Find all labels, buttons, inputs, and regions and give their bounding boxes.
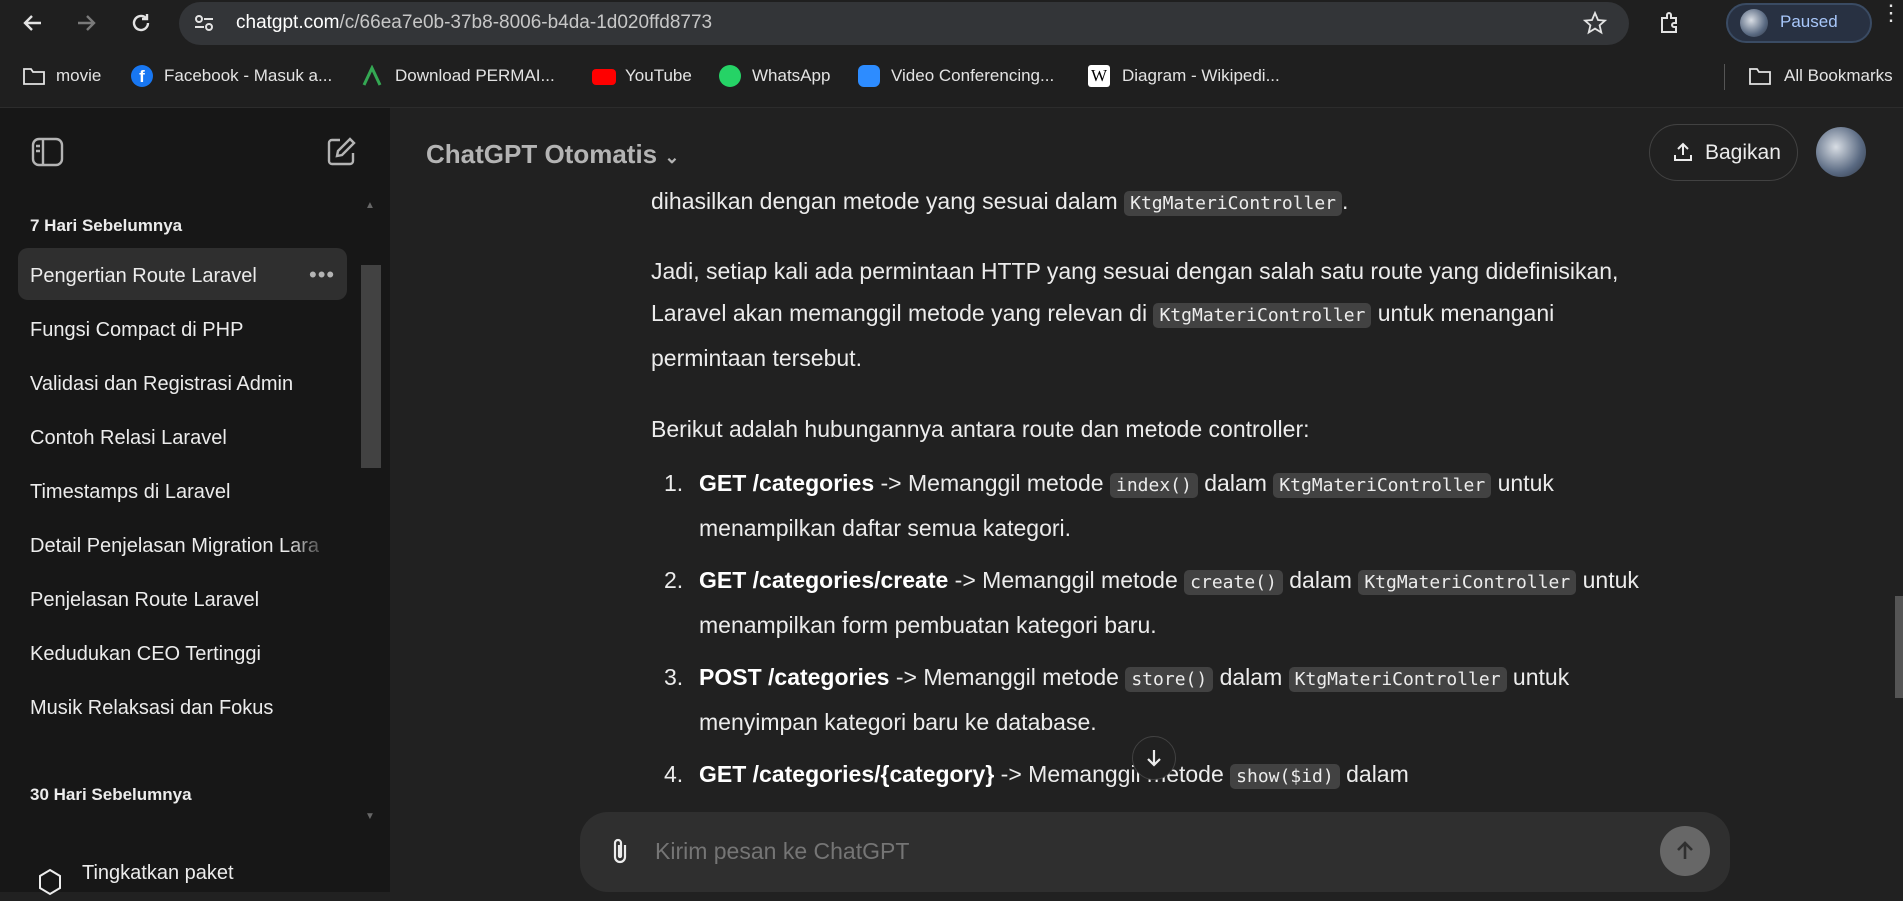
arrow-up-icon xyxy=(1677,841,1693,859)
list-number: 3. xyxy=(664,664,684,690)
sidebar-toggle-icon[interactable] xyxy=(31,137,64,172)
bookmark-wikipedia[interactable]: Diagram - Wikipedi... xyxy=(1122,66,1280,86)
list-item: GET /categories/create -> Memanggil meto… xyxy=(699,567,1639,638)
message-paragraph-2: Berikut adalah hubungannya antara route … xyxy=(651,416,1310,442)
bookmark-permai[interactable]: Download PERMAI... xyxy=(395,66,555,86)
model-selector[interactable]: ChatGPT Otomatis ⌄ xyxy=(426,139,679,170)
list-number: 2. xyxy=(664,567,684,593)
main-scrollbar[interactable] xyxy=(1895,596,1903,698)
extensions-icon[interactable] xyxy=(1658,10,1684,41)
all-bookmarks[interactable]: All Bookmarks xyxy=(1784,66,1893,86)
sidebar-scrollbar[interactable] xyxy=(361,265,381,468)
sidebar-section-heading-30: 30 Hari Sebelumnya xyxy=(30,785,192,804)
upgrade-icon xyxy=(36,868,64,901)
whatsapp-icon xyxy=(719,65,741,87)
list-item: GET /categories -> Memanggil metode inde… xyxy=(699,470,1554,541)
folder-icon xyxy=(22,65,45,87)
send-button[interactable] xyxy=(1660,826,1710,876)
list-item: POST /categories -> Memanggil metode sto… xyxy=(699,664,1570,735)
scroll-up-icon[interactable]: ▲ xyxy=(365,200,375,211)
sidebar-item-penjelasan-route[interactable]: Penjelasan Route Laravel xyxy=(30,589,330,612)
scroll-to-bottom-button[interactable] xyxy=(1132,736,1176,780)
forward-icon[interactable] xyxy=(69,6,103,40)
sidebar-item-pengertian-route[interactable]: Pengertian Route Laravel xyxy=(30,265,330,288)
arrow-down-icon xyxy=(1147,750,1161,767)
sidebar-item-migration[interactable]: Detail Penjelasan Migration Lara xyxy=(30,535,332,558)
upgrade-plan-link[interactable]: Tingkatkan paket xyxy=(82,862,234,885)
zoom-icon xyxy=(858,65,880,87)
bookmarks-divider xyxy=(1724,64,1725,90)
bookmark-whatsapp[interactable]: WhatsApp xyxy=(752,66,830,86)
sidebar-item-relasi[interactable]: Contoh Relasi Laravel xyxy=(30,427,330,450)
menu-icon[interactable]: ⋮ xyxy=(1880,2,1902,24)
bookmark-zoom[interactable]: Video Conferencing... xyxy=(891,66,1054,86)
share-label: Bagikan xyxy=(1705,141,1781,164)
wikipedia-icon: W xyxy=(1088,65,1110,87)
upload-icon xyxy=(1673,141,1693,168)
options-icon[interactable]: ••• xyxy=(309,262,335,288)
permai-icon xyxy=(361,64,383,87)
list-item: GET /categories/{category} -> Memanggil … xyxy=(699,761,1409,789)
new-chat-icon[interactable] xyxy=(326,136,357,172)
site-info-icon[interactable] xyxy=(193,12,215,39)
facebook-icon: f xyxy=(131,65,153,87)
scroll-down-small-icon[interactable]: ▼ xyxy=(365,811,375,822)
user-avatar[interactable] xyxy=(1816,127,1866,177)
list-number: 4. xyxy=(664,761,684,787)
profile-avatar xyxy=(1740,9,1768,37)
url-text: chatgpt.com/c/66ea7e0b-37b8-8006-b4da-1d… xyxy=(236,12,713,33)
star-icon[interactable] xyxy=(1582,10,1608,40)
sidebar-item-fungsi-compact[interactable]: Fungsi Compact di PHP xyxy=(30,319,330,342)
profile-status: Paused xyxy=(1780,12,1838,31)
sidebar-item-validasi[interactable]: Validasi dan Registrasi Admin xyxy=(30,373,330,396)
sidebar-section-heading: 7 Hari Sebelumnya xyxy=(30,216,183,235)
sidebar-item-timestamps[interactable]: Timestamps di Laravel xyxy=(30,481,330,504)
bookmark-movie[interactable]: movie xyxy=(56,66,101,86)
list-number: 1. xyxy=(664,470,684,496)
all-bookmarks-folder-icon xyxy=(1748,65,1771,87)
attach-icon[interactable] xyxy=(608,836,632,871)
message-input[interactable] xyxy=(655,838,1635,865)
message-paragraph-0: dihasilkan dengan metode yang sesuai dal… xyxy=(651,188,1349,216)
reload-icon[interactable] xyxy=(124,6,158,40)
message-paragraph-1: Jadi, setiap kali ada permintaan HTTP ya… xyxy=(651,258,1619,371)
back-icon[interactable] xyxy=(16,6,50,40)
bookmark-facebook[interactable]: Facebook - Masuk a... xyxy=(164,66,332,86)
chevron-down-icon: ⌄ xyxy=(664,147,680,167)
youtube-icon xyxy=(592,69,616,85)
bookmark-youtube[interactable]: YouTube xyxy=(625,66,692,86)
sidebar-item-musik[interactable]: Musik Relaksasi dan Fokus xyxy=(30,697,330,720)
sidebar-item-ceo[interactable]: Kedudukan CEO Tertinggi xyxy=(30,643,330,666)
